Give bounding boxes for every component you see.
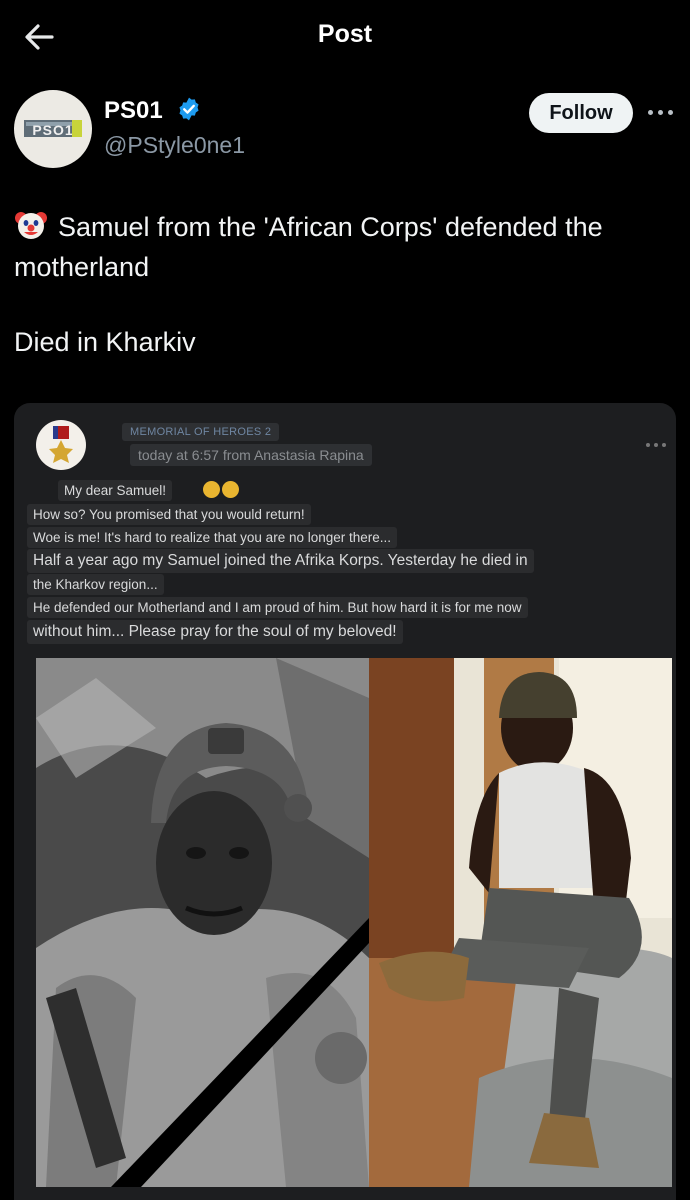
message-line: He defended our Motherland and I am prou… <box>27 597 528 618</box>
crying-emoji-icon <box>222 481 239 498</box>
post-options-icon <box>646 440 668 450</box>
attached-image[interactable]: MEMORIAL OF HEROES 2 today at 6:57 from … <box>14 403 676 1200</box>
tweet-line-2: Died in Kharkiv <box>14 327 196 357</box>
soldier-portrait-bw-photo <box>36 658 369 1187</box>
author-handle[interactable]: @PStyle0ne1 <box>104 132 245 159</box>
man-seated-photo <box>369 658 672 1187</box>
message-line: How so? You promised that you would retu… <box>27 504 311 525</box>
group-name: MEMORIAL OF HEROES 2 <box>122 423 280 441</box>
clown-face-icon <box>14 208 48 242</box>
more-options-icon[interactable] <box>648 102 674 122</box>
follow-button[interactable]: Follow <box>529 93 633 133</box>
author-name[interactable]: PS01 <box>104 97 163 125</box>
author-avatar[interactable]: PSO1 <box>14 90 92 168</box>
verified-badge-icon <box>176 96 202 122</box>
message-line: My dear Samuel! <box>58 480 173 501</box>
page-title: Post <box>317 20 373 48</box>
message-line: the Kharkov region... <box>27 574 164 595</box>
message-line: Half a year ago my Samuel joined the Afr… <box>27 549 534 573</box>
message-line: Woe is me! It's hard to realize that you… <box>27 527 398 548</box>
crying-emoji-icon <box>203 481 220 498</box>
message-line: without him... Please pray for the soul … <box>27 620 403 644</box>
post-meta: today at 6:57 from Anastasia Rapina <box>130 444 372 466</box>
avatar-logo-text: PSO1 <box>32 122 73 138</box>
tweet-text: Samuel from the 'African Corps' defended… <box>14 207 674 287</box>
top-bar: Post <box>0 0 690 72</box>
hero-medal-icon <box>36 420 86 470</box>
tweet-line-1: Samuel from the 'African Corps' defended… <box>14 212 603 282</box>
